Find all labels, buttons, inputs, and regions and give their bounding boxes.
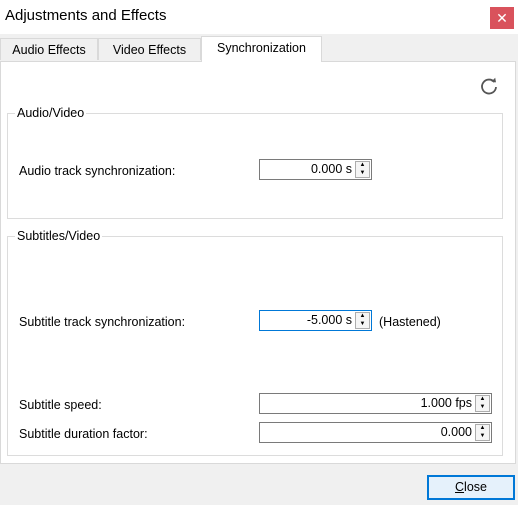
title-bar: Adjustments and Effects ✕ [0, 0, 518, 34]
close-mnemonic: C [455, 480, 465, 494]
window-close-button[interactable]: ✕ [490, 7, 514, 29]
subtitle-sync-stepper[interactable]: ▲ ▼ [355, 312, 370, 329]
audio-sync-stepper[interactable]: ▲ ▼ [355, 161, 370, 178]
audio-sync-label: Audio track synchronization: [19, 164, 176, 178]
subtitle-duration-stepper[interactable]: ▲ ▼ [475, 424, 490, 441]
audio-sync-value: 0.000 s [310, 162, 352, 176]
subtitle-speed-value: 1.000 fps [420, 396, 472, 410]
spin-down-icon[interactable]: ▼ [476, 404, 489, 411]
spin-up-icon[interactable]: ▲ [356, 313, 369, 320]
audio-video-group-title: Audio/Video [15, 106, 87, 120]
audio-sync-spinbox[interactable]: 0.000 s ▲ ▼ [259, 159, 372, 180]
subtitle-speed-label: Subtitle speed: [19, 398, 102, 412]
subtitle-duration-value: 0.000 [440, 425, 472, 439]
subtitle-sync-note: (Hastened) [379, 315, 441, 329]
spin-up-icon[interactable]: ▲ [476, 396, 489, 403]
spin-down-icon[interactable]: ▼ [356, 321, 369, 328]
synchronization-panel: Audio/Video Audio track synchronization:… [0, 61, 516, 464]
refresh-icon[interactable] [479, 76, 499, 96]
tab-synchronization[interactable]: Synchronization [201, 36, 322, 62]
subtitle-duration-spinbox[interactable]: 0.000 ▲ ▼ [259, 422, 492, 443]
subtitle-duration-label: Subtitle duration factor: [19, 427, 148, 441]
window-title: Adjustments and Effects [5, 7, 167, 24]
subtitle-sync-spinbox[interactable]: -5.000 s ▲ ▼ [259, 310, 372, 331]
close-button[interactable]: Close [427, 475, 515, 500]
subtitle-speed-stepper[interactable]: ▲ ▼ [475, 395, 490, 412]
spin-up-icon[interactable]: ▲ [476, 425, 489, 432]
tab-audio-effects[interactable]: Audio Effects [0, 38, 98, 60]
subtitle-sync-value: -5.000 s [306, 313, 352, 327]
spin-up-icon[interactable]: ▲ [356, 162, 369, 169]
subtitle-sync-label: Subtitle track synchronization: [19, 315, 186, 329]
close-button-label: lose [464, 480, 487, 494]
tab-video-effects[interactable]: Video Effects [98, 38, 201, 60]
spin-down-icon[interactable]: ▼ [476, 433, 489, 440]
spin-down-icon[interactable]: ▼ [356, 170, 369, 177]
subtitle-speed-spinbox[interactable]: 1.000 fps ▲ ▼ [259, 393, 492, 414]
subtitles-video-group-title: Subtitles/Video [15, 229, 103, 243]
